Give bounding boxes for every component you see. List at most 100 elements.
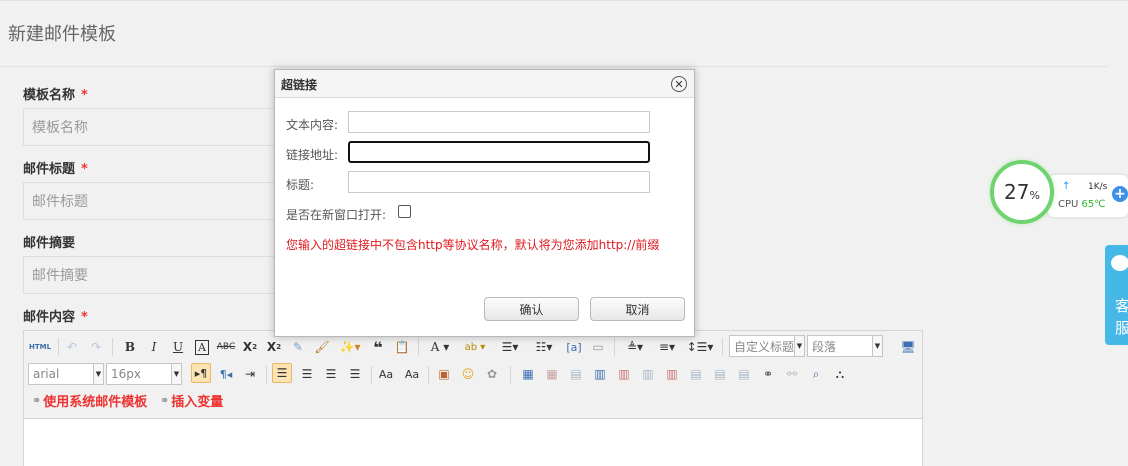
use-system-template-link[interactable]: ⚭ 使用系统邮件模板 bbox=[32, 391, 147, 410]
delete-row-icon[interactable]: ▥ bbox=[614, 364, 634, 384]
new-window-checkbox[interactable] bbox=[398, 205, 411, 218]
html-source-button[interactable]: HTML bbox=[28, 337, 52, 357]
rtl-icon[interactable]: ¶◂ bbox=[216, 364, 236, 384]
hyperlink-dialog: 超链接 ✕ 文本内容: 链接地址: 标题: 是否在新窗口打开: 您输入的超链接中… bbox=[274, 69, 695, 337]
undo-icon[interactable]: ↶ bbox=[62, 337, 82, 357]
required-mark: * bbox=[81, 88, 88, 103]
unordered-list-icon[interactable]: ☷▾ bbox=[530, 337, 558, 357]
insert-paragraph-before-table-icon[interactable]: ▤ bbox=[566, 364, 586, 384]
customer-service-tab[interactable]: 客 服 bbox=[1105, 245, 1128, 345]
toolbar-separator bbox=[58, 338, 59, 356]
unlink-icon[interactable]: ⚯ bbox=[782, 364, 802, 384]
link-url-input[interactable] bbox=[348, 141, 650, 163]
mail-subject-input[interactable]: 邮件标题 bbox=[23, 182, 283, 220]
mail-content-label: 邮件内容 * bbox=[23, 310, 88, 325]
top-border bbox=[0, 0, 1128, 1]
service-char: 服 bbox=[1115, 319, 1128, 337]
text-content-input[interactable] bbox=[348, 111, 650, 133]
cancel-button[interactable]: 取消 bbox=[590, 297, 685, 321]
merge-down-icon[interactable]: ▤ bbox=[734, 364, 754, 384]
system-monitor-widget[interactable]: ↑ 1K/s CPU 65℃ 27% + bbox=[990, 160, 1128, 230]
clear-doc-icon[interactable]: ▭ bbox=[588, 337, 608, 357]
eraser-icon[interactable]: ✎ bbox=[288, 337, 308, 357]
blockquote-icon[interactable]: ❝ bbox=[368, 337, 388, 357]
bold-icon[interactable]: B bbox=[120, 337, 140, 357]
chevron-down-icon: ▼ bbox=[93, 364, 103, 384]
toolbar-separator bbox=[371, 366, 372, 384]
to-lower-icon[interactable]: Aa bbox=[402, 364, 422, 384]
select-all-icon[interactable]: [a] bbox=[564, 337, 584, 357]
align-left-icon[interactable]: ☰ bbox=[272, 363, 292, 383]
required-mark: * bbox=[81, 310, 88, 325]
custom-heading-select[interactable]: 自定义标题 ▼ bbox=[729, 335, 805, 357]
plus-icon[interactable]: + bbox=[1112, 186, 1128, 202]
font-border-icon[interactable]: A bbox=[192, 337, 212, 357]
indent-icon[interactable]: ⇥ bbox=[240, 364, 260, 384]
to-upper-icon[interactable]: Aa bbox=[376, 364, 396, 384]
emotion-icon[interactable]: ☺ bbox=[458, 364, 478, 384]
insert-table-icon[interactable]: ▦ bbox=[518, 364, 538, 384]
background-color-icon[interactable]: ab ▾ bbox=[460, 337, 490, 357]
link-icon: ⚭ bbox=[32, 394, 42, 407]
line-height-icon[interactable]: ↕☰▾ bbox=[686, 337, 714, 357]
net-speed: 1K/s bbox=[1088, 182, 1108, 192]
row-spacing-top-icon[interactable]: ≜▾ bbox=[622, 337, 648, 357]
scrawl-icon[interactable]: ✿ bbox=[482, 364, 502, 384]
toolbar-separator bbox=[418, 338, 419, 356]
merge-cells-icon[interactable]: ▤ bbox=[686, 364, 706, 384]
editor-toolbar: HTML ↶ ↷ B I U A ABC X2 X2 ✎ 🖌 ✨▾ ❝ 📋 A … bbox=[24, 331, 922, 419]
auto-typeset-icon[interactable]: ✨▾ bbox=[336, 337, 364, 357]
text-content-label: 文本内容: bbox=[286, 118, 339, 132]
insert-col-icon[interactable]: ▥ bbox=[638, 364, 658, 384]
service-char: 客 bbox=[1115, 297, 1128, 315]
chevron-down-icon: ▼ bbox=[171, 364, 181, 384]
align-right-icon[interactable]: ☰ bbox=[321, 364, 341, 384]
paste-text-icon[interactable]: 📋 bbox=[392, 337, 412, 357]
font-family-select[interactable]: arial ▼ bbox=[28, 363, 104, 385]
upload-arrow-icon: ↑ bbox=[1062, 181, 1071, 192]
toolbar-separator bbox=[266, 366, 267, 384]
paragraph-select[interactable]: 段落 ▼ bbox=[807, 335, 883, 357]
superscript-icon[interactable]: X2 bbox=[240, 337, 260, 357]
link-title-label: 标题: bbox=[286, 178, 315, 192]
toolbar-separator bbox=[112, 338, 113, 356]
italic-icon[interactable]: I bbox=[144, 337, 164, 357]
font-size-select[interactable]: 16px ▼ bbox=[106, 363, 182, 385]
required-mark: * bbox=[81, 162, 88, 177]
mail-summary-input[interactable]: 邮件摘要 bbox=[23, 256, 283, 294]
insert-row-icon[interactable]: ▥ bbox=[590, 364, 610, 384]
ltr-icon[interactable]: ▸¶ bbox=[191, 363, 211, 383]
binoculars-icon[interactable]: ⛬ bbox=[830, 364, 850, 384]
mail-subject-label: 邮件标题 * bbox=[23, 162, 88, 177]
underline-icon[interactable]: U bbox=[168, 337, 188, 357]
format-brush-icon[interactable]: 🖌 bbox=[312, 337, 332, 357]
cpu-temperature: CPU 65℃ bbox=[1058, 199, 1106, 210]
row-spacing-bottom-icon[interactable]: ≡▾ bbox=[654, 337, 680, 357]
strikethrough-icon[interactable]: ABC bbox=[216, 337, 236, 357]
protocol-warning: 您输入的超链接中不包含http等协议名称，默认将为您添加http://前缀 bbox=[286, 238, 660, 252]
insert-image-icon[interactable]: ▣ bbox=[434, 364, 454, 384]
template-name-input[interactable]: 模板名称 bbox=[23, 108, 283, 146]
subscript-icon[interactable]: X2 bbox=[264, 337, 284, 357]
link-icon[interactable]: ⚭ bbox=[758, 364, 778, 384]
chevron-down-icon: ▼ bbox=[872, 336, 882, 356]
rich-text-editor[interactable]: HTML ↶ ↷ B I U A ABC X2 X2 ✎ 🖌 ✨▾ ❝ 📋 A … bbox=[23, 330, 923, 466]
justify-icon[interactable]: ☰ bbox=[345, 364, 365, 384]
page-title: 新建邮件模板 bbox=[8, 24, 116, 45]
template-name-label: 模板名称 * bbox=[23, 88, 88, 103]
title-divider bbox=[0, 66, 1108, 67]
insert-variable-link[interactable]: ⚭ 插入变量 bbox=[160, 391, 223, 410]
link-url-label: 链接地址: bbox=[286, 148, 339, 162]
preview-icon[interactable]: 🖥 bbox=[898, 337, 918, 357]
ok-button[interactable]: 确认 bbox=[484, 297, 579, 321]
close-icon[interactable]: ✕ bbox=[671, 76, 687, 92]
delete-col-icon[interactable]: ▥ bbox=[662, 364, 682, 384]
delete-table-icon[interactable]: ▦ bbox=[542, 364, 562, 384]
ordered-list-icon[interactable]: ☰▾ bbox=[496, 337, 524, 357]
align-center-icon[interactable]: ☰ bbox=[297, 364, 317, 384]
search-replace-icon[interactable]: ⌕ bbox=[806, 364, 826, 384]
font-color-icon[interactable]: A ▾ bbox=[426, 337, 454, 357]
link-title-input[interactable] bbox=[348, 171, 650, 193]
redo-icon[interactable]: ↷ bbox=[86, 337, 106, 357]
merge-right-icon[interactable]: ▤ bbox=[710, 364, 730, 384]
